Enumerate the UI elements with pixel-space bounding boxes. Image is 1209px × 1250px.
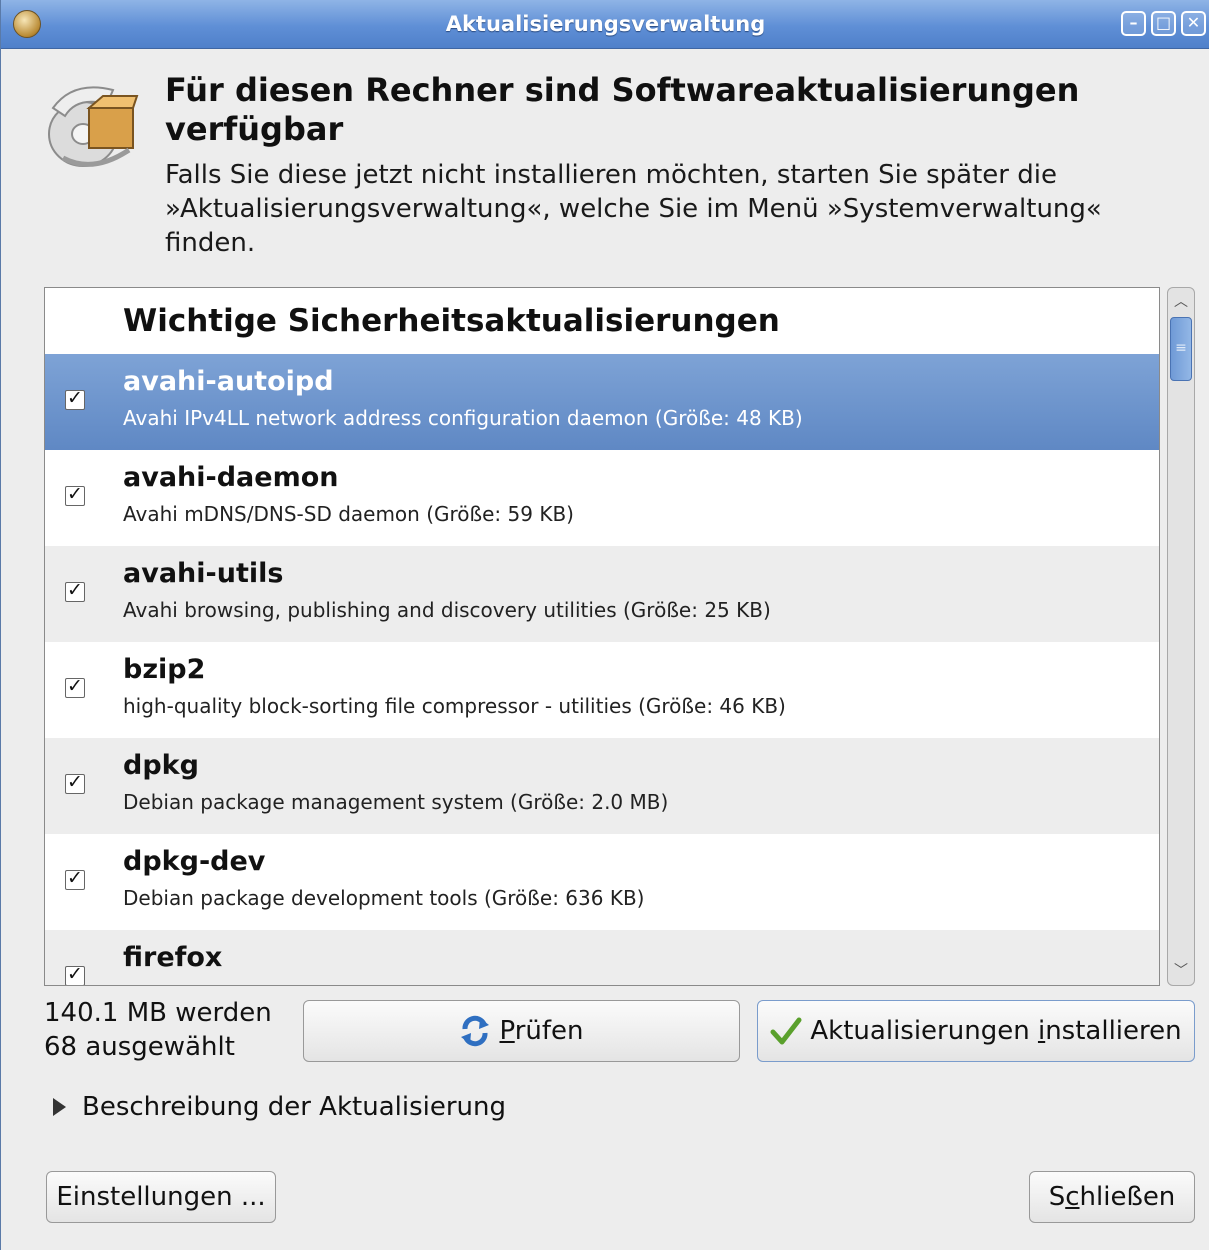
maximize-button[interactable]: □: [1151, 11, 1176, 36]
title-bar[interactable]: Aktualisierungsverwaltung – □ ✕: [1, 0, 1209, 49]
scroll-thumb[interactable]: ≡: [1170, 317, 1192, 381]
group-header: Wichtige Sicherheitsaktualisierungen: [123, 303, 780, 339]
update-manager-window: Aktualisierungsverwaltung – □ ✕ Für dies…: [0, 0, 1209, 1250]
updates-list[interactable]: Wichtige Sicherheitsaktualisierungen ava…: [44, 287, 1160, 986]
minimize-button[interactable]: –: [1121, 11, 1146, 36]
package-description: Avahi browsing, publishing and discovery…: [123, 598, 771, 622]
list-scrollbar[interactable]: ︿ ≡ ﹀: [1167, 287, 1195, 986]
download-size-text: 140.1 MB werden: [44, 998, 272, 1028]
package-description: high-quality block-sorting file compress…: [123, 694, 786, 718]
update-checkbox[interactable]: [65, 963, 85, 985]
close-button[interactable]: Schließen: [1029, 1171, 1195, 1223]
expander-arrow-icon: [53, 1098, 66, 1116]
update-checkbox[interactable]: [65, 867, 85, 890]
update-row-dpkg-dev[interactable]: dpkg-dev Debian package development tool…: [45, 834, 1159, 930]
close-button-label: Schließen: [1048, 1182, 1176, 1212]
download-size-info: 140.1 MB werden 68 ausgewählt: [44, 996, 272, 1064]
update-row-avahi-daemon[interactable]: avahi-daemon Avahi mDNS/DNS-SD daemon (G…: [45, 450, 1159, 546]
update-checkbox[interactable]: [65, 483, 85, 506]
install-updates-button[interactable]: Aktualisierungen installieren: [757, 1000, 1195, 1062]
expander-label: Beschreibung der Aktualisierung: [82, 1092, 506, 1122]
package-name: firefox: [123, 942, 223, 973]
selected-count-text: 68 ausgewählt: [44, 1032, 235, 1062]
package-name: avahi-daemon: [123, 462, 339, 493]
package-name: dpkg: [123, 750, 199, 781]
package-description: Avahi IPv4LL network address configurati…: [123, 406, 803, 430]
update-checkbox[interactable]: [65, 771, 85, 794]
package-name: avahi-autoipd: [123, 366, 334, 397]
package-name: avahi-utils: [123, 558, 284, 589]
check-button-label: Prüfen: [499, 1016, 584, 1046]
install-button-label: Aktualisierungen installieren: [810, 1016, 1182, 1046]
page-headline: Für diesen Rechner sind Softwareaktualis…: [165, 71, 1080, 148]
update-checkbox[interactable]: [65, 675, 85, 698]
update-checkbox[interactable]: [65, 579, 85, 602]
window-title: Aktualisierungsverwaltung: [445, 12, 766, 36]
package-name: bzip2: [123, 654, 206, 685]
close-window-button[interactable]: ✕: [1181, 11, 1206, 36]
package-description: Debian package management system (Größe:…: [123, 790, 669, 814]
update-row-avahi-utils[interactable]: avahi-utils Avahi browsing, publishing a…: [45, 546, 1159, 642]
checkmark-icon: [770, 1017, 802, 1045]
settings-button[interactable]: Einstellungen ...: [46, 1171, 276, 1223]
update-description-expander[interactable]: Beschreibung der Aktualisierung: [53, 1092, 506, 1122]
package-description: Debian package development tools (Größe:…: [123, 886, 645, 910]
package-description: Avahi mDNS/DNS-SD daemon (Größe: 59 KB): [123, 502, 574, 526]
update-checkbox[interactable]: [65, 387, 85, 410]
scroll-down-icon[interactable]: ﹀: [1169, 957, 1193, 985]
package-name: dpkg-dev: [123, 846, 266, 877]
update-row-bzip2[interactable]: bzip2 high-quality block-sorting file co…: [45, 642, 1159, 738]
update-row-dpkg[interactable]: dpkg Debian package management system (G…: [45, 738, 1159, 834]
refresh-icon: [461, 1015, 490, 1047]
page-subtext: Falls Sie diese jetzt nicht installieren…: [165, 160, 1102, 258]
software-update-icon: [48, 86, 139, 167]
check-button[interactable]: Prüfen: [303, 1000, 740, 1062]
update-row-firefox[interactable]: firefox: [45, 930, 1159, 985]
settings-button-label: Einstellungen ...: [56, 1182, 266, 1212]
update-row-avahi-autoipd[interactable]: avahi-autoipd Avahi IPv4LL network addre…: [45, 354, 1159, 450]
scroll-up-icon[interactable]: ︿: [1169, 288, 1193, 316]
